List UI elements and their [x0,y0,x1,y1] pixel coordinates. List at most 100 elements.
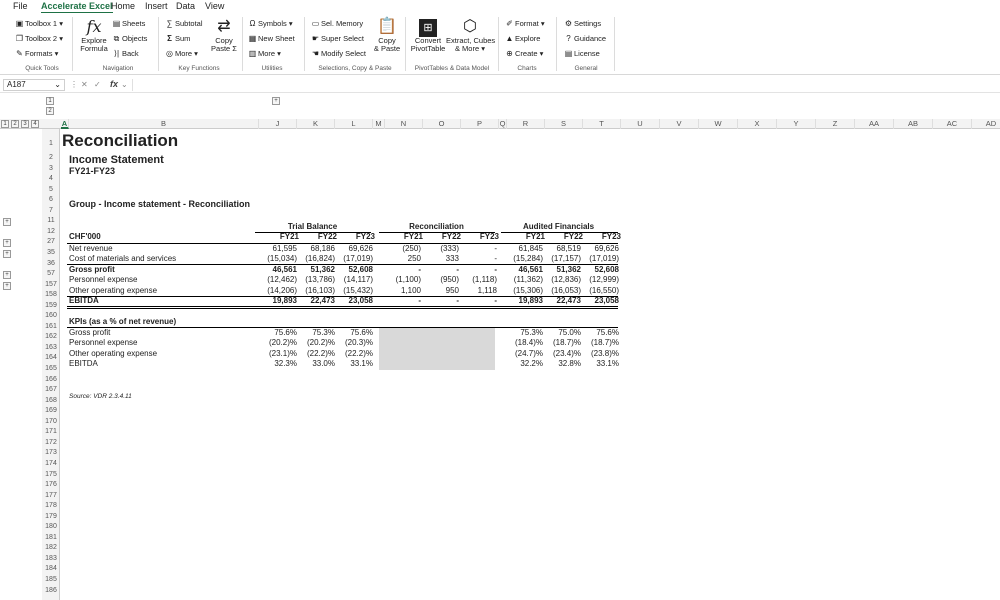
column-header-aa[interactable]: AA [855,119,894,129]
symbols-button[interactable]: Ω Symbols ▾ [248,19,293,28]
row-number[interactable]: 179 [42,513,60,520]
row-number[interactable]: 165 [42,365,60,372]
extract-cubes-button[interactable]: ⬡ Extract, Cubes & More ▾ [446,17,495,53]
cancel-icon[interactable]: ✕ [81,80,88,89]
license-button[interactable]: ▤ License [564,49,600,58]
column-header-ab[interactable]: AB [894,119,933,129]
column-header-l[interactable]: L [335,119,373,129]
row-number[interactable]: 6 [42,196,60,203]
subtotal-button[interactable]: ∑ Subtotal [165,19,203,28]
row-number[interactable]: 181 [42,534,60,541]
expand-rows-button[interactable]: + [3,239,11,248]
expand-rows-button[interactable]: + [3,249,11,258]
row-number[interactable]: 2 [42,154,60,161]
row-number[interactable]: 167 [42,386,60,393]
column-header-n[interactable]: N [385,119,423,129]
column-header-b[interactable]: B [69,119,259,129]
row-number[interactable]: 184 [42,565,60,572]
objects-button[interactable]: ⧉ Objects [112,34,148,43]
enter-icon[interactable]: ✓ [94,80,101,89]
column-header-v[interactable]: V [660,119,699,129]
row-number[interactable]: 157 [42,281,60,288]
name-box[interactable]: A187 ⌄ [3,79,65,91]
key-more-button[interactable]: ◎ More ▾ [165,49,198,58]
row-number[interactable]: 169 [42,407,60,414]
toolbox2-button[interactable]: ❐ Toolbox 2 ▾ [15,34,63,43]
row-number[interactable]: 185 [42,576,60,583]
row-number[interactable]: 164 [42,354,60,361]
insert-function-button[interactable]: fx [110,79,118,89]
column-header-m[interactable]: M [373,119,385,129]
outline-level-1[interactable]: 1 [46,97,54,105]
row-number[interactable]: 178 [42,502,60,509]
column-header-ad[interactable]: AD [972,119,1000,129]
new-sheet-button[interactable]: ▦ New Sheet [248,34,295,43]
row-number[interactable]: 163 [42,344,60,351]
column-header-a[interactable]: A [61,119,69,129]
column-header-s[interactable]: S [545,119,583,129]
expand-rows-button[interactable]: + [3,271,11,280]
formula-input[interactable] [132,79,996,91]
row-number[interactable]: 3 [42,165,60,172]
sum-button[interactable]: Σ Sum [165,34,190,43]
row-number[interactable]: 175 [42,471,60,478]
expand-columns-button[interactable]: + [272,97,280,105]
row-number[interactable]: 11 [42,217,60,224]
row-number[interactable]: 186 [42,587,60,594]
column-header-r[interactable]: R [507,119,545,129]
row-number[interactable]: 168 [42,397,60,404]
sel-memory-button[interactable]: ▭ Sel. Memory [311,19,363,28]
row-number[interactable]: 36 [42,260,60,267]
row-number[interactable]: 174 [42,460,60,467]
row-number[interactable]: 12 [42,228,60,235]
row-number[interactable]: 183 [42,555,60,562]
column-header-y[interactable]: Y [777,119,816,129]
column-header-p[interactable]: P [461,119,499,129]
copy-and-paste-button[interactable]: 📋 Copy & Paste [372,17,402,53]
chart-create-button[interactable]: ⊕ Create ▾ [505,49,543,58]
row-number[interactable]: 35 [42,249,60,256]
row-number[interactable]: 177 [42,492,60,499]
worksheet-grid[interactable]: Reconciliation Income Statement FY21-FY2… [61,129,1000,600]
copy-paste-sum-button[interactable]: ⇄ Copy Paste Σ [210,17,238,53]
column-header-u[interactable]: U [621,119,660,129]
super-select-button[interactable]: ☛ Super Select [311,34,364,43]
chart-explore-button[interactable]: ▲ Explore [505,34,541,43]
outline-level-2[interactable]: 2 [46,107,54,115]
menu-insert[interactable]: Insert [145,1,168,12]
formats-button[interactable]: ✎ Formats ▾ [15,49,58,58]
chevron-down-icon[interactable]: ⌄ [54,80,61,90]
settings-button[interactable]: ⚙ Settings [564,19,601,28]
convert-pivottable-button[interactable]: ⊞ Convert PivotTable [410,17,446,53]
row-number[interactable]: 161 [42,323,60,330]
menu-file[interactable]: File [13,1,28,12]
utilities-more-button[interactable]: ▥ More ▾ [248,49,281,58]
toolbox1-button[interactable]: ▣ Toolbox 1 ▾ [15,19,63,28]
row-number[interactable]: 158 [42,291,60,298]
column-header-k[interactable]: K [297,119,335,129]
chevron-down-icon[interactable]: ⌄ [121,80,128,89]
row-number[interactable]: 4 [42,175,60,182]
column-header-j[interactable]: J [259,119,297,129]
row-number[interactable]: 171 [42,428,60,435]
expand-rows-button[interactable]: + [3,281,11,290]
column-header-t[interactable]: T [583,119,621,129]
row-number[interactable]: 160 [42,312,60,319]
row-number[interactable]: 170 [42,418,60,425]
row-number[interactable]: 7 [42,207,60,214]
chart-format-button[interactable]: ✐ Format ▾ [505,19,544,28]
row-number[interactable]: 162 [42,333,60,340]
row-number[interactable]: 166 [42,376,60,383]
expand-rows-button[interactable]: + [3,218,11,227]
menu-data[interactable]: Data [176,1,195,12]
column-header-x[interactable]: X [738,119,777,129]
sheets-button[interactable]: ▤ Sheets [112,19,146,28]
column-header-w[interactable]: W [699,119,738,129]
row-number[interactable]: 5 [42,186,60,193]
guidance-button[interactable]: ? Guidance [564,34,606,43]
column-header-o[interactable]: O [423,119,461,129]
menu-home[interactable]: Home [111,1,135,12]
explore-formula-button[interactable]: fx Explore Formula [79,17,109,53]
menu-view[interactable]: View [205,1,224,12]
back-button[interactable]: ⟩| Back [112,49,139,58]
